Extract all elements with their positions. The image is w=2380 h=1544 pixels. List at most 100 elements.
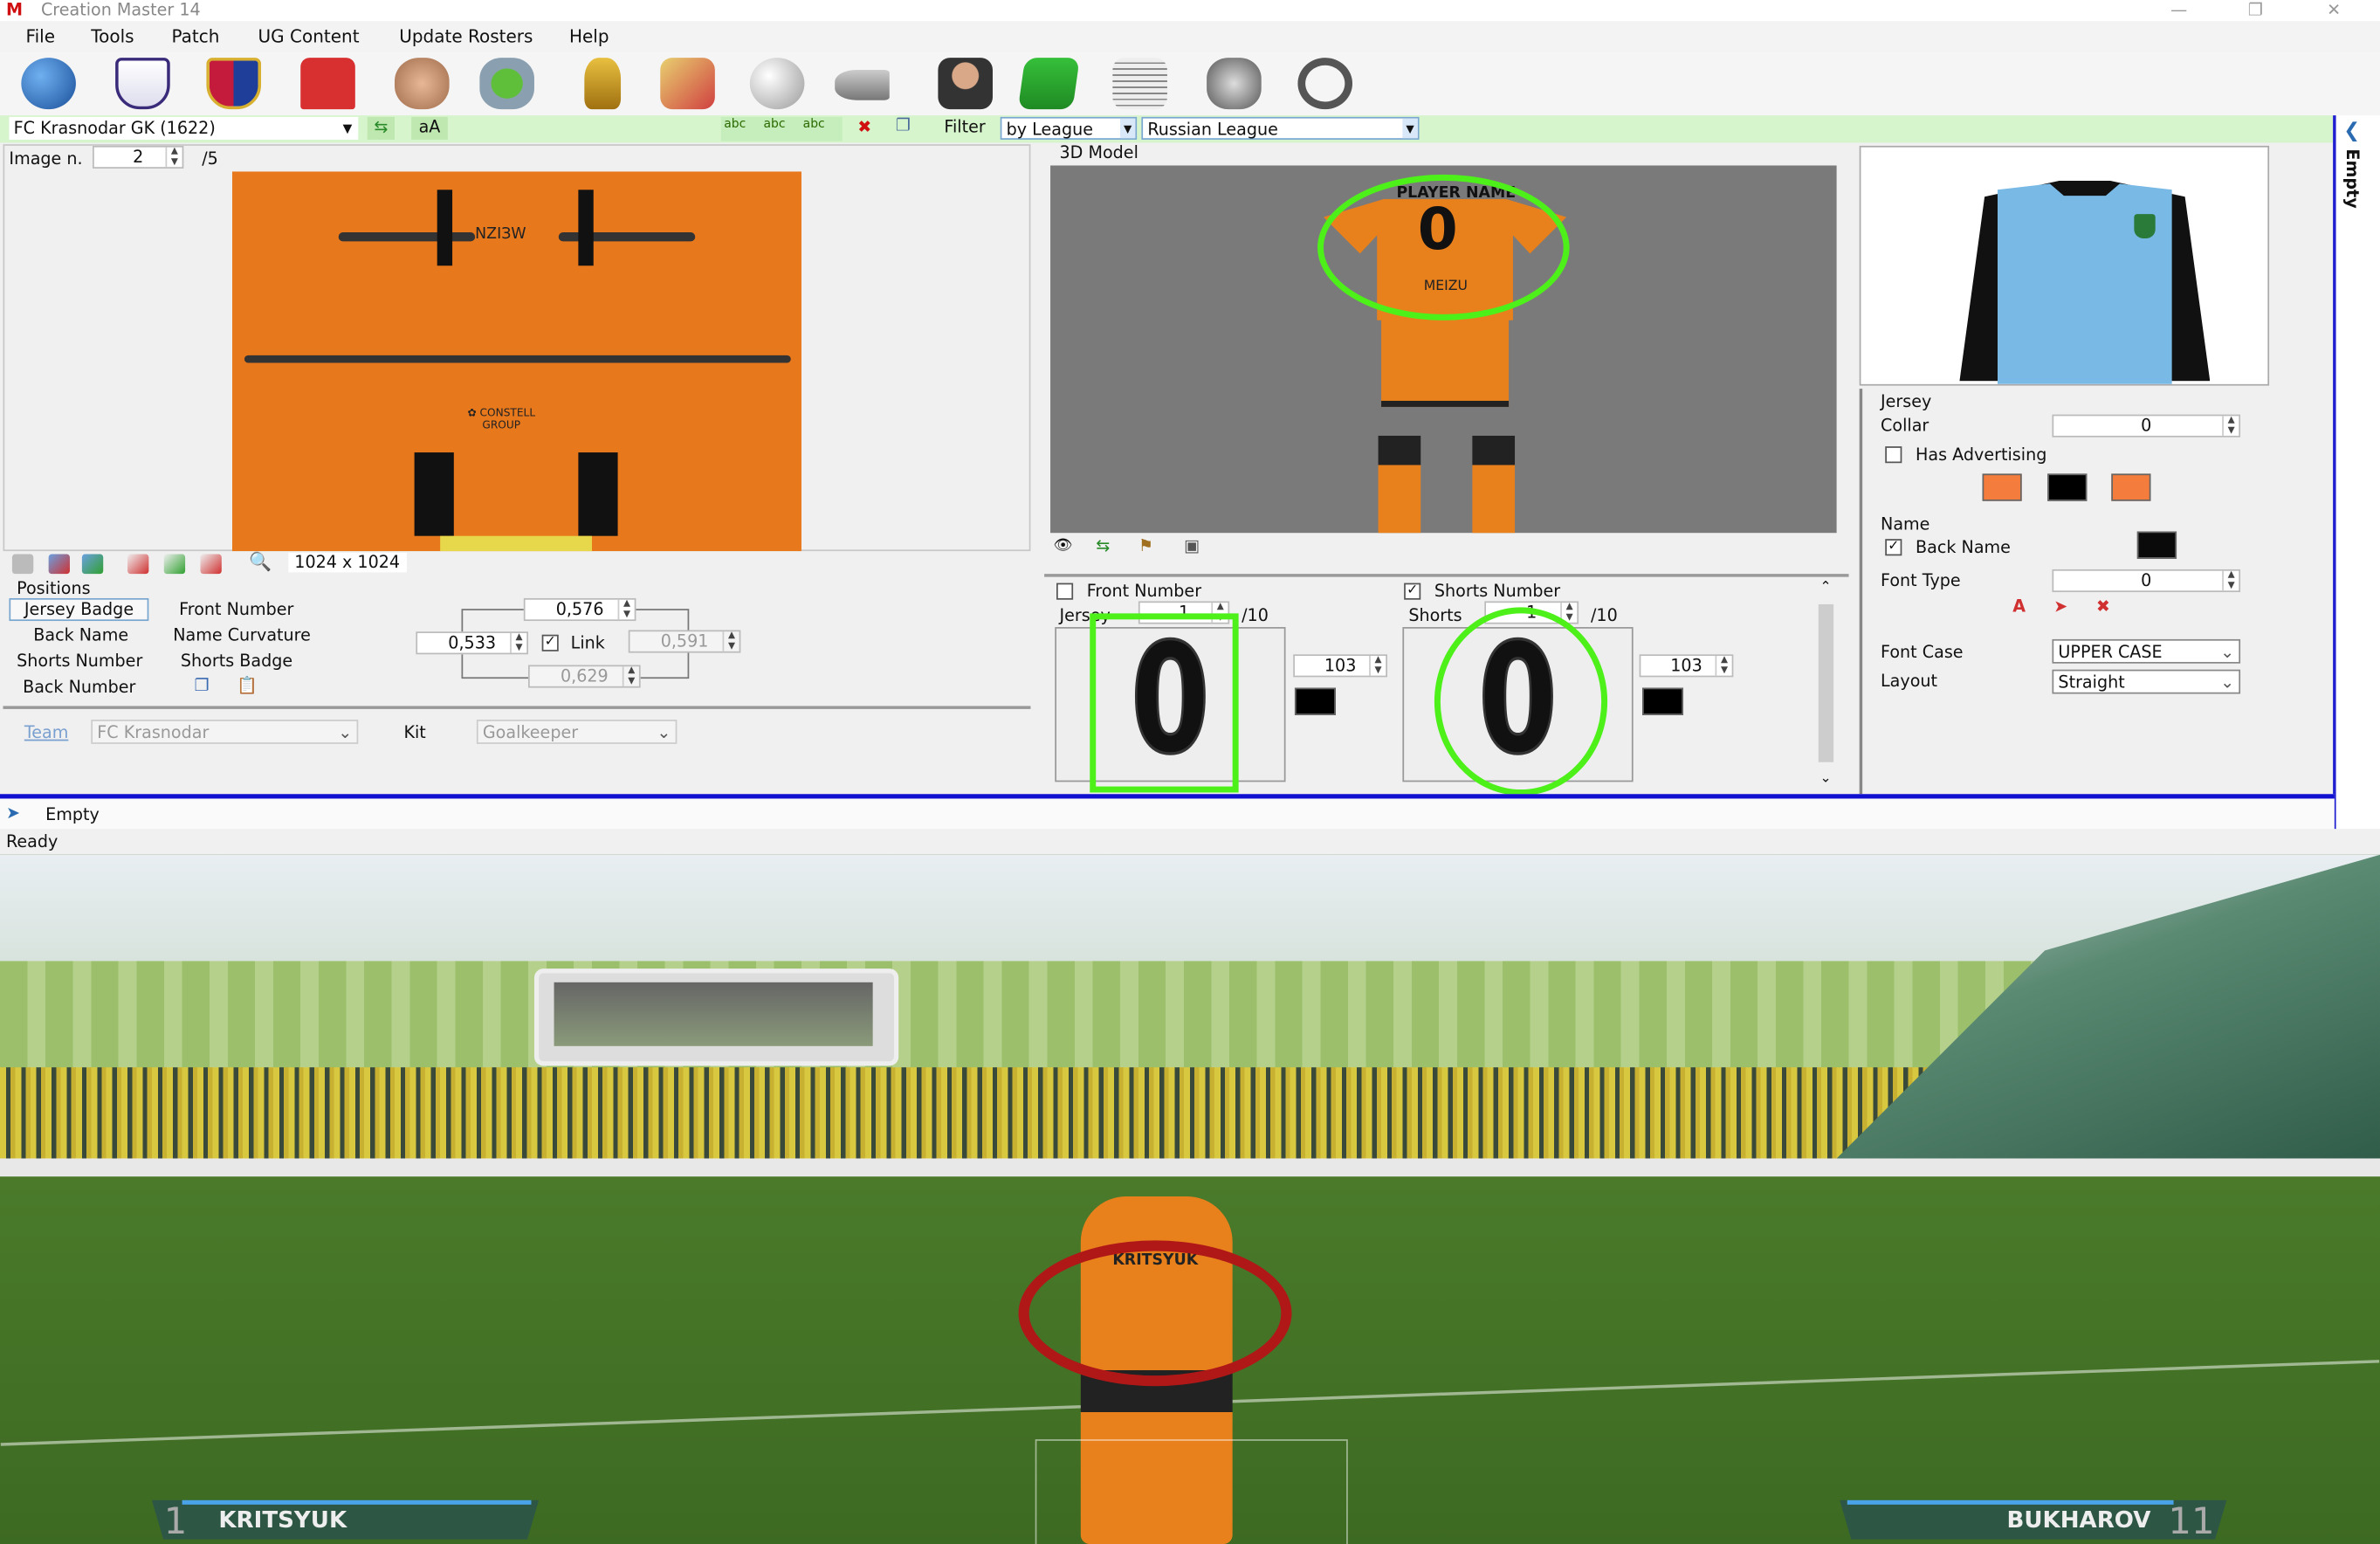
zoom-icon[interactable]: 🔍 <box>249 551 272 572</box>
export-all-icon[interactable] <box>163 554 186 575</box>
scroll-down-icon[interactable]: ⌄ <box>1819 771 1831 786</box>
stepper-arrows-icon[interactable]: ▲ ▼ <box>617 598 635 620</box>
menu-patch[interactable]: Patch <box>171 26 219 47</box>
front-number-checkbox[interactable] <box>1056 582 1074 600</box>
scrollbar-thumb[interactable] <box>1818 603 1834 762</box>
position-bottom-stepper[interactable]: 0,629 ▲ ▼ <box>528 665 641 688</box>
menu-file[interactable]: File <box>26 26 55 47</box>
trophy-icon[interactable] <box>584 58 622 110</box>
font-export-icon[interactable]: ➤ <box>2053 596 2067 617</box>
position-jersey-badge[interactable]: Jersey Badge <box>9 597 149 622</box>
filter-type-select[interactable]: by League ▼ <box>1000 116 1138 140</box>
bottom-panel[interactable]: ➤ Empty <box>0 794 2335 834</box>
collar-stepper[interactable]: 0 ▲ ▼ <box>2052 414 2241 438</box>
import-icon[interactable] <box>48 554 70 575</box>
layout-select[interactable]: Straight ⌄ <box>2052 669 2241 694</box>
player-face-icon[interactable] <box>395 58 450 110</box>
link-checkbox[interactable]: ✓ <box>541 634 559 651</box>
font-type-stepper[interactable]: 0 ▲ ▼ <box>2052 569 2241 593</box>
menu-ug-content[interactable]: UG Content <box>258 26 360 47</box>
stepper-arrows-icon[interactable]: ▲ ▼ <box>1715 655 1732 676</box>
has-advertising-checkbox[interactable] <box>1885 446 1902 464</box>
premier-league-icon[interactable] <box>115 58 170 110</box>
menu-help[interactable]: Help <box>569 26 609 47</box>
jersey-color-1[interactable] <box>1982 473 2022 501</box>
case-toggle-button[interactable]: aA <box>411 116 448 140</box>
position-left-stepper[interactable]: 0,533 ▲ ▼ <box>416 631 529 655</box>
copy-position-icon[interactable]: ❐ <box>195 676 210 696</box>
referee-cards-icon[interactable] <box>660 58 715 110</box>
stepper-arrows-icon[interactable]: ▲ ▼ <box>1369 655 1386 676</box>
position-front-number[interactable]: Front Number <box>179 600 293 620</box>
back-name-checkbox[interactable]: ✓ <box>1885 539 1902 556</box>
font-remove-icon[interactable]: ✖ <box>2096 596 2110 617</box>
stadium-icon[interactable] <box>479 58 534 110</box>
close-icon[interactable]: ✕ <box>2327 0 2341 20</box>
manager-icon[interactable] <box>938 58 993 110</box>
save-icon[interactable] <box>11 554 34 575</box>
kit-icon[interactable] <box>300 58 355 110</box>
jersey-color-3[interactable] <box>2111 473 2151 501</box>
pitch-icon[interactable] <box>1017 58 1080 110</box>
rotate-icon[interactable]: ⇆ <box>1096 536 1110 556</box>
gloves-icon[interactable] <box>1207 58 1262 110</box>
expand-icon[interactable]: ❮ <box>2343 120 2360 142</box>
collapse-icon[interactable]: ➤ <box>6 803 20 824</box>
export-icon[interactable] <box>81 554 104 575</box>
stepper-arrows-icon[interactable]: ▲ ▼ <box>2222 415 2239 436</box>
model-viewport[interactable]: PLAYER NAME 0 MEIZU <box>1050 165 1837 534</box>
kit-selector[interactable]: FC Krasnodar GK (1622) ▼ <box>9 116 359 140</box>
refresh-icon[interactable]: ⇆ <box>367 116 396 140</box>
front-number-color[interactable] <box>1294 687 1336 715</box>
league-select[interactable]: Russian League ▼ <box>1141 116 1420 140</box>
position-shorts-number[interactable]: Shorts Number <box>17 651 142 672</box>
paste-position-icon[interactable]: 📋 <box>237 676 258 696</box>
find-icon[interactable]: abc <box>724 117 746 131</box>
side-panel[interactable]: ❮ Empty <box>2333 115 2380 830</box>
stepper-arrows-icon[interactable]: ▲ ▼ <box>622 665 639 686</box>
view-icon[interactable]: 👁 <box>1054 537 1073 554</box>
restore-icon[interactable]: ❐ <box>2248 0 2263 20</box>
font-case-select[interactable]: UPPER CASE ⌄ <box>2052 638 2241 664</box>
stepper-arrows-icon[interactable]: ▲ ▼ <box>165 146 182 168</box>
minimize-icon[interactable]: — <box>2170 0 2187 20</box>
kit-type-select[interactable]: Goalkeeper ⌄ <box>476 720 678 744</box>
menu-update-rosters[interactable]: Update Rosters <box>399 26 533 47</box>
position-back-name[interactable]: Back Name <box>33 625 128 645</box>
headphones-icon[interactable] <box>1297 58 1353 110</box>
image-number-stepper[interactable]: 2 ▲ ▼ <box>93 145 184 169</box>
stepper-arrows-icon[interactable]: ▲ ▼ <box>722 631 739 651</box>
find-next-icon[interactable]: abc <box>763 117 785 131</box>
position-right-stepper[interactable]: 0,591 ▲ ▼ <box>628 630 741 653</box>
shorts-number-color[interactable] <box>1642 687 1684 715</box>
camera-icon[interactable]: ▣ <box>1184 536 1200 556</box>
globe-icon[interactable] <box>21 58 76 110</box>
delete-icon[interactable]: ✖ <box>857 117 871 137</box>
position-top-stepper[interactable]: 0,576 ▲ ▼ <box>523 597 636 622</box>
jersey-color-2[interactable] <box>2047 473 2088 501</box>
front-number-size-stepper[interactable]: 103 ▲ ▼ <box>1293 654 1388 678</box>
numbers-scrollbar[interactable]: ⌃ ⌄ <box>1815 580 1837 793</box>
stepper-arrows-icon[interactable]: ▲ ▼ <box>510 632 526 653</box>
name-color[interactable] <box>2136 531 2177 559</box>
pose-icon[interactable]: ⚑ <box>1138 536 1153 556</box>
newspaper-icon[interactable] <box>1112 58 1167 110</box>
import-all-icon[interactable] <box>127 554 149 575</box>
scroll-up-icon[interactable]: ⌃ <box>1819 580 1831 595</box>
shorts-number-checkbox[interactable]: ✓ <box>1404 582 1421 600</box>
boots-icon[interactable] <box>835 69 890 100</box>
font-import-icon[interactable]: A <box>2012 596 2026 617</box>
remove-icon[interactable] <box>200 554 222 575</box>
stepper-arrows-icon[interactable]: ▲ ▼ <box>2222 569 2239 591</box>
position-name-curvature[interactable]: Name Curvature <box>173 625 311 645</box>
position-shorts-badge[interactable]: Shorts Badge <box>181 651 292 672</box>
team-link[interactable]: Team <box>24 723 69 743</box>
find-prev-icon[interactable]: abc <box>803 117 825 131</box>
copy-icon[interactable]: ❐ <box>896 115 911 135</box>
menu-tools[interactable]: Tools <box>91 26 134 47</box>
team-select[interactable]: FC Krasnodar ⌄ <box>91 720 359 744</box>
shorts-number-size-stepper[interactable]: 103 ▲ ▼ <box>1639 654 1734 678</box>
ball-icon[interactable] <box>749 58 805 110</box>
position-back-number[interactable]: Back Number <box>23 677 135 697</box>
club-crest-icon[interactable] <box>206 58 262 110</box>
